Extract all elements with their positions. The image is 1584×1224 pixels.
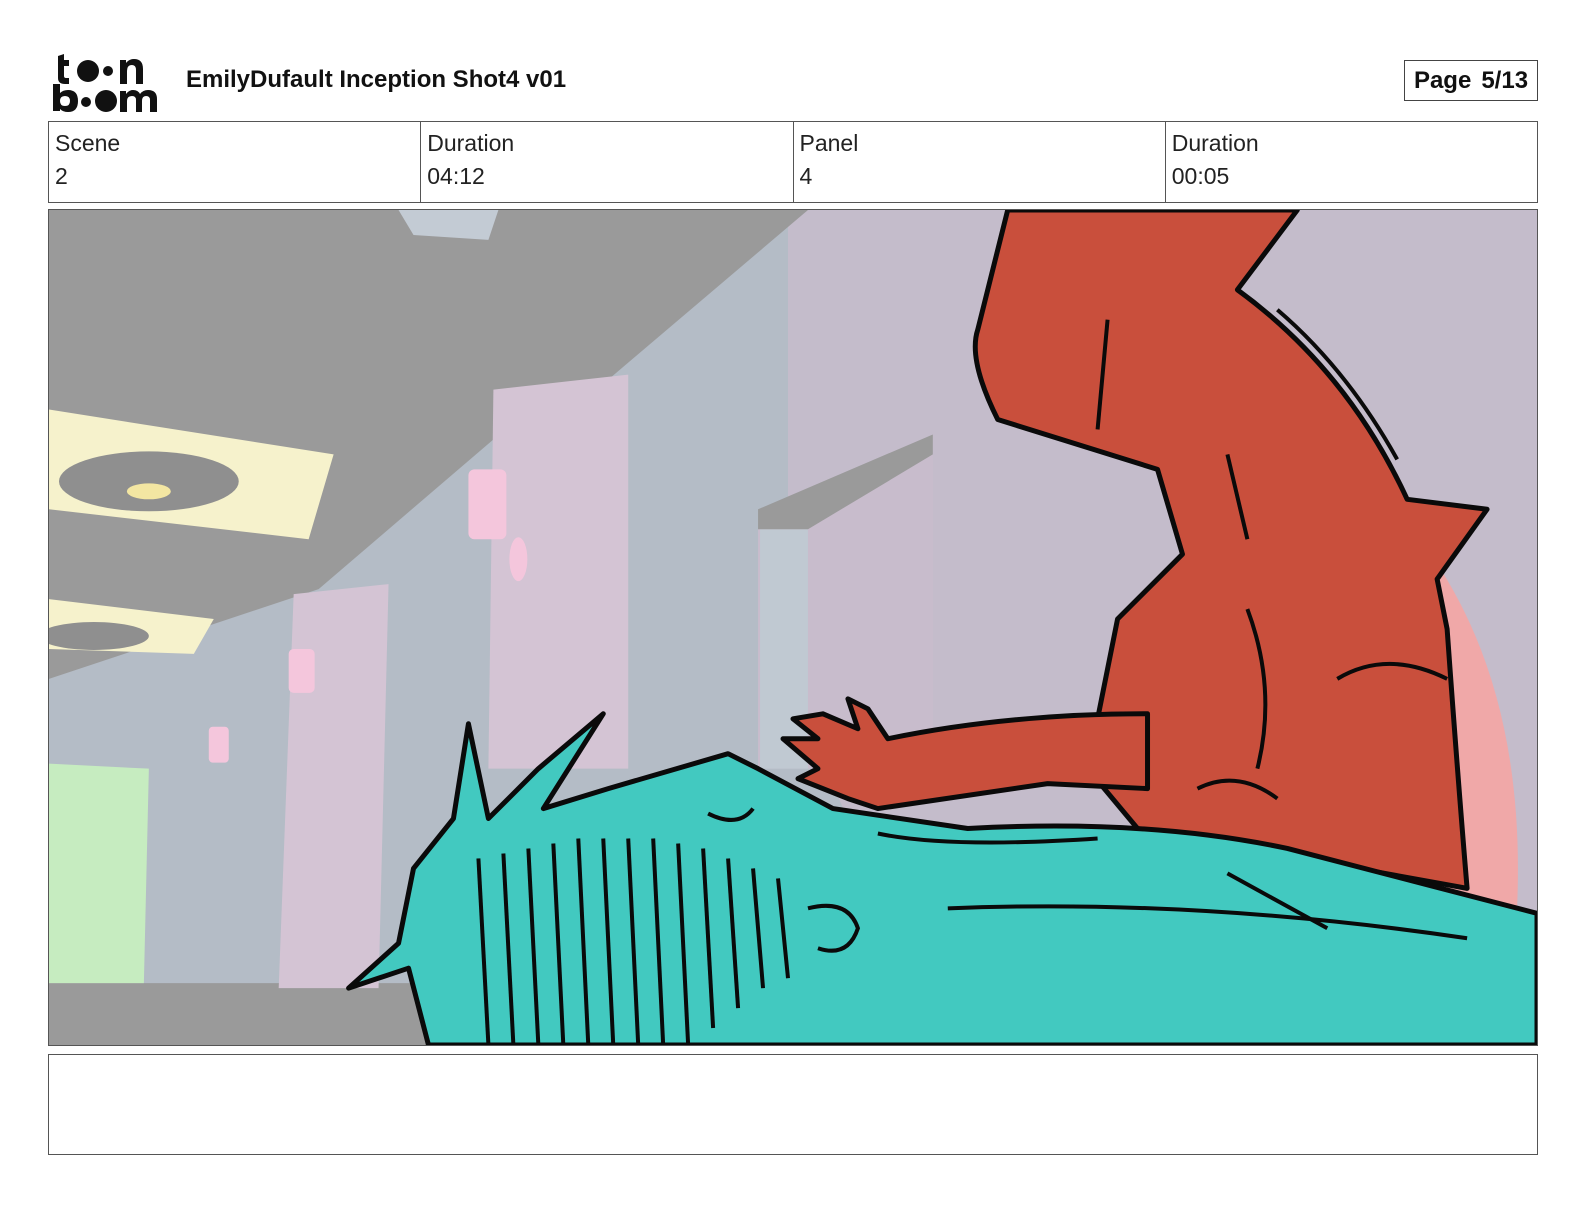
panel-cell: Panel 4 <box>792 122 1165 202</box>
panel-drawing <box>49 210 1537 1045</box>
panel-notes-box[interactable] <box>48 1054 1538 1155</box>
pillar-1 <box>278 584 389 989</box>
scene-duration-label: Duration <box>427 130 515 156</box>
floor-strip <box>49 983 429 1045</box>
wall-sconce-3 <box>208 726 229 763</box>
panel-duration-label: Duration <box>1171 130 1259 156</box>
wall-sconce-2 <box>288 648 315 693</box>
scene-cell: Scene 2 <box>49 122 420 202</box>
scene-value: 2 <box>55 163 68 189</box>
green-wall <box>49 763 149 984</box>
sconce-mount-1 <box>509 537 528 582</box>
ceiling-bulb-1 <box>126 483 171 500</box>
scene-label: Scene <box>55 130 121 156</box>
storyboard-panel <box>48 209 1538 1046</box>
info-table: Scene 2 Duration 04:12 Panel 4 Duration … <box>48 121 1538 203</box>
panel-duration-cell: Duration 00:05 <box>1164 122 1537 202</box>
page-indicator: Page 5/13 <box>1404 60 1538 101</box>
pillar-2 <box>488 374 629 769</box>
document-title: EmilyDufault Inception Shot4 v01 <box>186 66 567 93</box>
page-number: 5/13 <box>1481 66 1529 94</box>
page-label: Page <box>1413 66 1472 94</box>
panel-label: Panel <box>799 130 859 156</box>
panel-duration-value: 00:05 <box>1171 163 1230 189</box>
door-jamb <box>760 529 808 769</box>
ceiling-light-1 <box>58 451 239 512</box>
wall-sconce-1 <box>468 469 507 540</box>
panel-value: 4 <box>799 163 813 189</box>
toon-boom-logo <box>50 50 166 112</box>
scene-duration-value: 04:12 <box>427 163 485 189</box>
scene-duration-cell: Duration 04:12 <box>420 122 792 202</box>
